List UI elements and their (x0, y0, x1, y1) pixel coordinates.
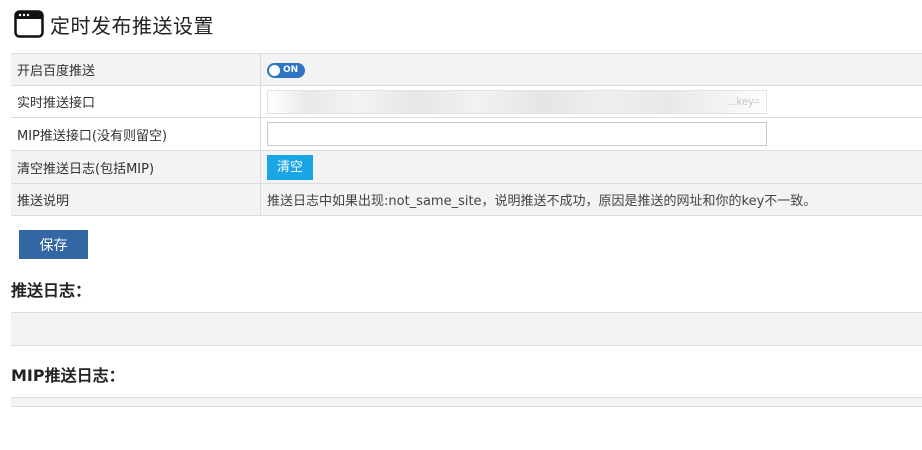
push-log-heading: 推送日志： (11, 281, 92, 300)
push-note-text: 推送日志中如果出现:not_same_site，说明推送不成功，原因是推送的网址… (267, 194, 817, 209)
mip-push-api-cell (260, 117, 922, 151)
toggle-knob (269, 65, 280, 76)
table-row: 实时推送接口 (11, 85, 922, 118)
page-title: 定时发布推送设置 (14, 8, 214, 40)
baidu-push-label: 开启百度推送 (11, 53, 261, 86)
table-row: 推送说明 推送日志中如果出现:not_same_site，说明推送不成功，原因是… (11, 183, 922, 216)
page-title-text: 定时发布推送设置 (50, 13, 214, 38)
table-row: 清空推送日志(包括MIP) 清空 (11, 150, 922, 184)
toggle-on-text: ON (283, 65, 299, 75)
baidu-push-toggle[interactable]: ON (267, 63, 305, 78)
clear-log-label: 清空推送日志(包括MIP) (11, 150, 261, 184)
save-button[interactable]: 保存 (19, 230, 88, 259)
settings-table: 开启百度推送 ON 实时推送接口 MIP推送接口(没有则留空) 清空推送日志(包… (11, 53, 922, 216)
mip-push-log-box (11, 397, 922, 407)
clear-log-cell: 清空 (260, 150, 922, 184)
table-row: MIP推送接口(没有则留空) (11, 117, 922, 151)
realtime-push-api-cell (260, 85, 922, 118)
window-icon (14, 10, 44, 38)
clear-log-button[interactable]: 清空 (267, 154, 314, 180)
baidu-push-cell: ON (260, 53, 922, 86)
mip-push-api-label: MIP推送接口(没有则留空) (11, 117, 261, 151)
realtime-push-api-input[interactable] (267, 89, 767, 114)
push-note-label: 推送说明 (11, 183, 261, 216)
push-log-box (11, 312, 922, 346)
table-row: 开启百度推送 ON (11, 53, 922, 86)
realtime-push-api-label: 实时推送接口 (11, 85, 261, 118)
mip-push-log-heading: MIP推送日志： (11, 366, 125, 385)
push-note-cell: 推送日志中如果出现:not_same_site，说明推送不成功，原因是推送的网址… (260, 183, 922, 216)
mip-push-api-input[interactable] (267, 122, 767, 146)
